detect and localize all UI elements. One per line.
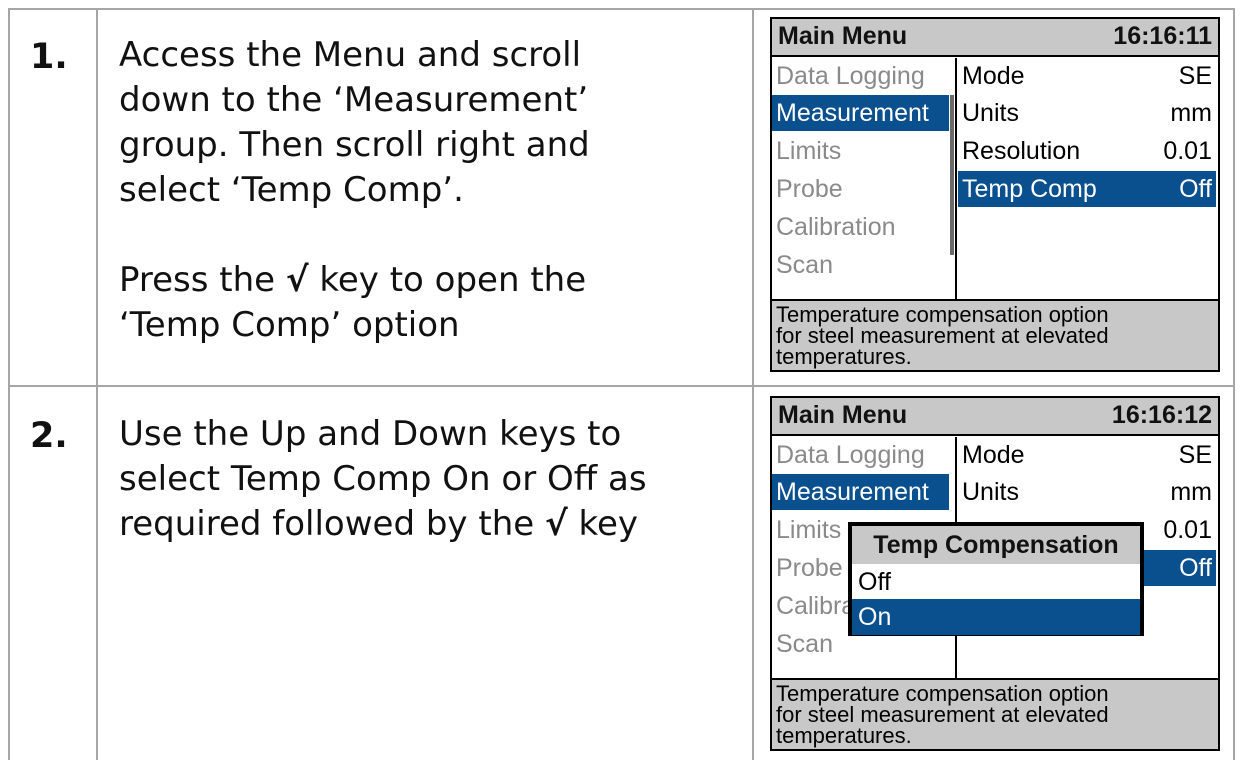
menu-item-measurement[interactable]: Measurement [772,474,949,510]
menu-scrollbar[interactable] [950,95,954,255]
dialog-option-off[interactable]: Off [852,564,1140,600]
menu-item-limits[interactable]: Limits [772,133,949,169]
clock: 16:16:11 [1113,22,1212,50]
option-row-units[interactable]: Units mm [958,95,1216,131]
text-fragment: key to open the [308,260,587,300]
option-value: SE [1178,441,1212,469]
step-text-line: Access the Menu and scroll [119,35,582,75]
step-number: 2. [30,416,68,456]
text-fragment: key [567,504,638,544]
help-text-line: for steel measurement at elevated [776,323,1109,348]
dialog-option-on[interactable]: On [852,599,1140,635]
help-text-line: temperatures. [776,344,912,369]
help-text-line: temperatures. [776,723,912,748]
step-2-instructions: Use the Up and Down keys to select Temp … [119,412,739,547]
step-text-line: group. Then scroll right and [119,125,590,165]
option-label: Resolution [962,137,1081,165]
option-label: Units [962,99,1019,127]
help-text-line: for steel measurement at elevated [776,702,1109,727]
menu-item-measurement[interactable]: Measurement [772,95,949,131]
step-text-line: select ‘Temp Comp’. [119,170,464,210]
step-text-line: required followed by the √ key [119,502,739,547]
step-text-line: ‘Temp Comp’ option [119,305,460,345]
menu-item-scan[interactable]: Scan [772,247,949,283]
menu-item-data-logging[interactable]: Data Logging [772,58,949,94]
option-label: Temp Comp [962,175,1097,203]
step-text-line: down to the ‘Measurement’ [119,80,589,120]
menu-divider [955,58,957,299]
option-label: Mode [962,62,1025,90]
screen-title: Main Menu [778,22,908,50]
step-1-instructions: Access the Menu and scroll down to the ‘… [119,33,739,348]
option-value: Off [1179,554,1212,582]
check-key-icon: √ [285,260,309,300]
device-screen-step-2: Main Menu 16:16:12 Data Logging Measurem… [770,396,1220,751]
dialog-title: Temp Compensation [852,526,1140,564]
step-text-line: select Temp Comp On or Off as [119,459,647,499]
option-value: Off [1179,175,1212,203]
table-right-border [1233,8,1235,760]
help-text-line: Temperature compensation option [776,302,1109,327]
option-row-mode[interactable]: Mode SE [958,437,1216,473]
menu-item-calibration[interactable]: Calibration [772,209,949,245]
table-row-divider [8,385,1235,387]
menu-item-data-logging[interactable]: Data Logging [772,437,949,473]
step-text-line: Press the √ key to open the [119,258,739,303]
help-text-box: Temperature compensation option for stee… [772,299,1218,370]
screen-title-bar: Main Menu 16:16:11 [772,19,1218,57]
option-value: mm [1170,478,1212,506]
option-label: Units [962,478,1019,506]
text-fragment: required followed by the [119,504,545,544]
option-row-resolution[interactable]: Resolution 0.01 [958,133,1216,169]
help-text-box: Temperature compensation option for stee… [772,678,1218,749]
table-col-divider-2 [752,8,754,760]
option-value: 0.01 [1163,516,1212,544]
menu-item-probe[interactable]: Probe [772,171,949,207]
temp-compensation-dialog[interactable]: Temp Compensation Off On [848,522,1144,636]
check-key-icon: √ [544,504,568,544]
step-number: 1. [30,37,68,77]
screen-title-bar: Main Menu 16:16:12 [772,398,1218,436]
device-screen-step-1: Main Menu 16:16:11 Data Logging Measurem… [770,17,1220,372]
text-fragment: Press the [119,260,286,300]
option-row-units[interactable]: Units mm [958,474,1216,510]
clock: 16:16:12 [1111,401,1212,429]
option-row-temp-comp[interactable]: Temp Comp Off [958,171,1216,207]
screen-title: Main Menu [778,401,908,429]
option-label: Mode [962,441,1025,469]
option-value: SE [1178,62,1212,90]
table-left-border [8,8,10,760]
table-top-border [8,8,1235,10]
step-text-line: Use the Up and Down keys to [119,414,622,454]
option-row-mode[interactable]: Mode SE [958,58,1216,94]
option-value: 0.01 [1163,137,1212,165]
help-text-line: Temperature compensation option [776,681,1109,706]
option-value: mm [1170,99,1212,127]
table-col-divider-1 [96,8,98,760]
